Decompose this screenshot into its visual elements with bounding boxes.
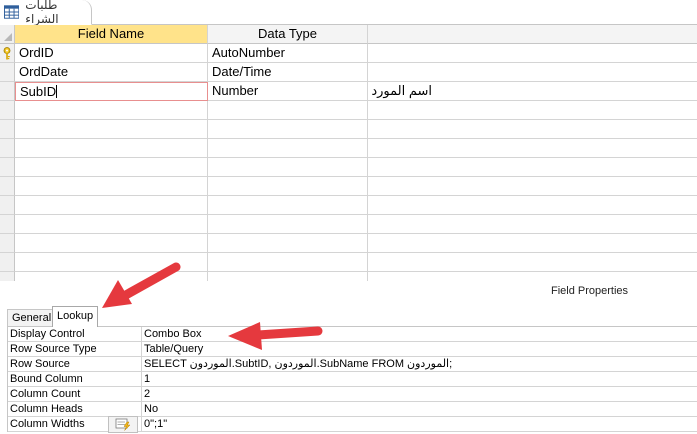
empty-cell[interactable] — [208, 139, 368, 158]
empty-cell[interactable] — [15, 196, 208, 215]
empty-cell[interactable] — [368, 120, 697, 139]
row-selector[interactable] — [0, 234, 15, 253]
document-tab-bar: طلبات الشراء — [0, 0, 697, 26]
empty-cell[interactable] — [208, 215, 368, 234]
property-value[interactable]: 1 — [142, 372, 697, 387]
property-value[interactable]: 0";1" — [142, 417, 697, 432]
empty-cell[interactable] — [15, 158, 208, 177]
table-row-description[interactable]: اسم المورد — [368, 82, 697, 101]
row-selector[interactable] — [0, 120, 15, 139]
property-label: Column Count — [8, 387, 142, 402]
empty-cell[interactable] — [15, 253, 208, 272]
property-row[interactable]: Display Control Combo Box — [8, 327, 697, 342]
select-all-corner[interactable] — [0, 25, 15, 44]
property-row[interactable]: Row Source Type Table/Query — [8, 342, 697, 357]
property-value[interactable]: Combo Box — [142, 327, 697, 342]
table-row-field-name[interactable]: OrdID — [15, 44, 208, 63]
property-value[interactable]: 2 — [142, 387, 697, 402]
property-value[interactable]: No — [142, 402, 697, 417]
empty-cell[interactable] — [208, 196, 368, 215]
document-tab[interactable]: طلبات الشراء — [0, 0, 92, 26]
builder-button[interactable] — [108, 416, 138, 433]
row-selector[interactable] — [0, 158, 15, 177]
tab-lookup[interactable]: Lookup — [52, 306, 99, 327]
row-selector[interactable] — [0, 215, 15, 234]
row-selector[interactable] — [0, 139, 15, 158]
empty-cell[interactable] — [15, 120, 208, 139]
description-text: اسم المورد — [371, 83, 432, 98]
empty-cell[interactable] — [208, 120, 368, 139]
text-caret — [56, 85, 58, 98]
row-selector[interactable] — [0, 196, 15, 215]
active-field-name-input[interactable]: SubID — [15, 82, 208, 101]
header-data-type[interactable]: Data Type — [208, 25, 368, 44]
empty-cell[interactable] — [208, 253, 368, 272]
row-selector[interactable] — [0, 177, 15, 196]
table-row-data-type[interactable]: Date/Time — [208, 63, 368, 82]
empty-cell[interactable] — [368, 215, 697, 234]
empty-cell[interactable] — [15, 177, 208, 196]
property-row[interactable]: Column Count 2 — [8, 387, 697, 402]
property-value[interactable]: Table/Query — [142, 342, 697, 357]
table-row-description[interactable] — [368, 44, 697, 63]
row-selector[interactable] — [0, 253, 15, 272]
row-selector[interactable] — [0, 63, 15, 82]
field-properties-title: Field Properties — [551, 285, 629, 297]
empty-cell[interactable] — [208, 101, 368, 120]
empty-cell[interactable] — [368, 158, 697, 177]
property-row[interactable]: Column Heads No — [8, 402, 697, 417]
property-label: Row Source Type — [8, 342, 142, 357]
table-icon — [4, 5, 20, 19]
property-row[interactable]: Row Source SELECT الموردون.SubtID, المور… — [8, 357, 697, 372]
property-label: Column Heads — [8, 402, 142, 417]
empty-cell[interactable] — [208, 272, 368, 281]
lookup-properties-list: Display Control Combo Box Row Source Typ… — [7, 326, 697, 433]
primary-key-icon — [3, 47, 11, 60]
tab-general[interactable]: General — [7, 309, 57, 326]
row-selector[interactable] — [0, 272, 15, 281]
row-selector[interactable] — [0, 82, 15, 101]
empty-cell[interactable] — [368, 253, 697, 272]
empty-cell[interactable] — [15, 101, 208, 120]
property-label: Bound Column — [8, 372, 142, 387]
empty-cell[interactable] — [368, 234, 697, 253]
empty-cell[interactable] — [208, 234, 368, 253]
property-label: Row Source — [8, 357, 142, 372]
table-row-description[interactable] — [368, 63, 697, 82]
table-row-field-name[interactable]: OrdDate — [15, 63, 208, 82]
empty-cell[interactable] — [208, 177, 368, 196]
empty-cell[interactable] — [15, 234, 208, 253]
table-row-data-type[interactable]: Number — [208, 82, 368, 101]
header-field-name[interactable]: Field Name — [15, 25, 208, 44]
property-row[interactable]: Column Widths 0";1" — [8, 416, 697, 433]
empty-cell[interactable] — [15, 272, 208, 281]
empty-cell[interactable] — [208, 158, 368, 177]
property-label: Display Control — [8, 327, 142, 342]
document-tab-label: طلبات الشراء — [25, 0, 59, 26]
table-row-data-type[interactable]: AutoNumber — [208, 44, 368, 63]
empty-cell[interactable] — [15, 215, 208, 234]
empty-cell[interactable] — [368, 101, 697, 120]
property-label-text: Column Widths — [10, 418, 85, 430]
field-name-text: SubID — [20, 84, 57, 99]
row-selector[interactable] — [0, 101, 15, 120]
property-value[interactable]: SELECT الموردون.SubtID, الموردون.SubName… — [142, 357, 697, 372]
empty-cell[interactable] — [368, 196, 697, 215]
empty-cell[interactable] — [368, 177, 697, 196]
row-selector[interactable] — [0, 44, 15, 63]
header-description[interactable] — [368, 25, 697, 44]
property-row[interactable]: Bound Column 1 — [8, 372, 697, 387]
property-label: Column Widths — [8, 416, 142, 433]
empty-cell[interactable] — [368, 139, 697, 158]
lightning-icon — [115, 418, 131, 431]
empty-cell[interactable] — [15, 139, 208, 158]
